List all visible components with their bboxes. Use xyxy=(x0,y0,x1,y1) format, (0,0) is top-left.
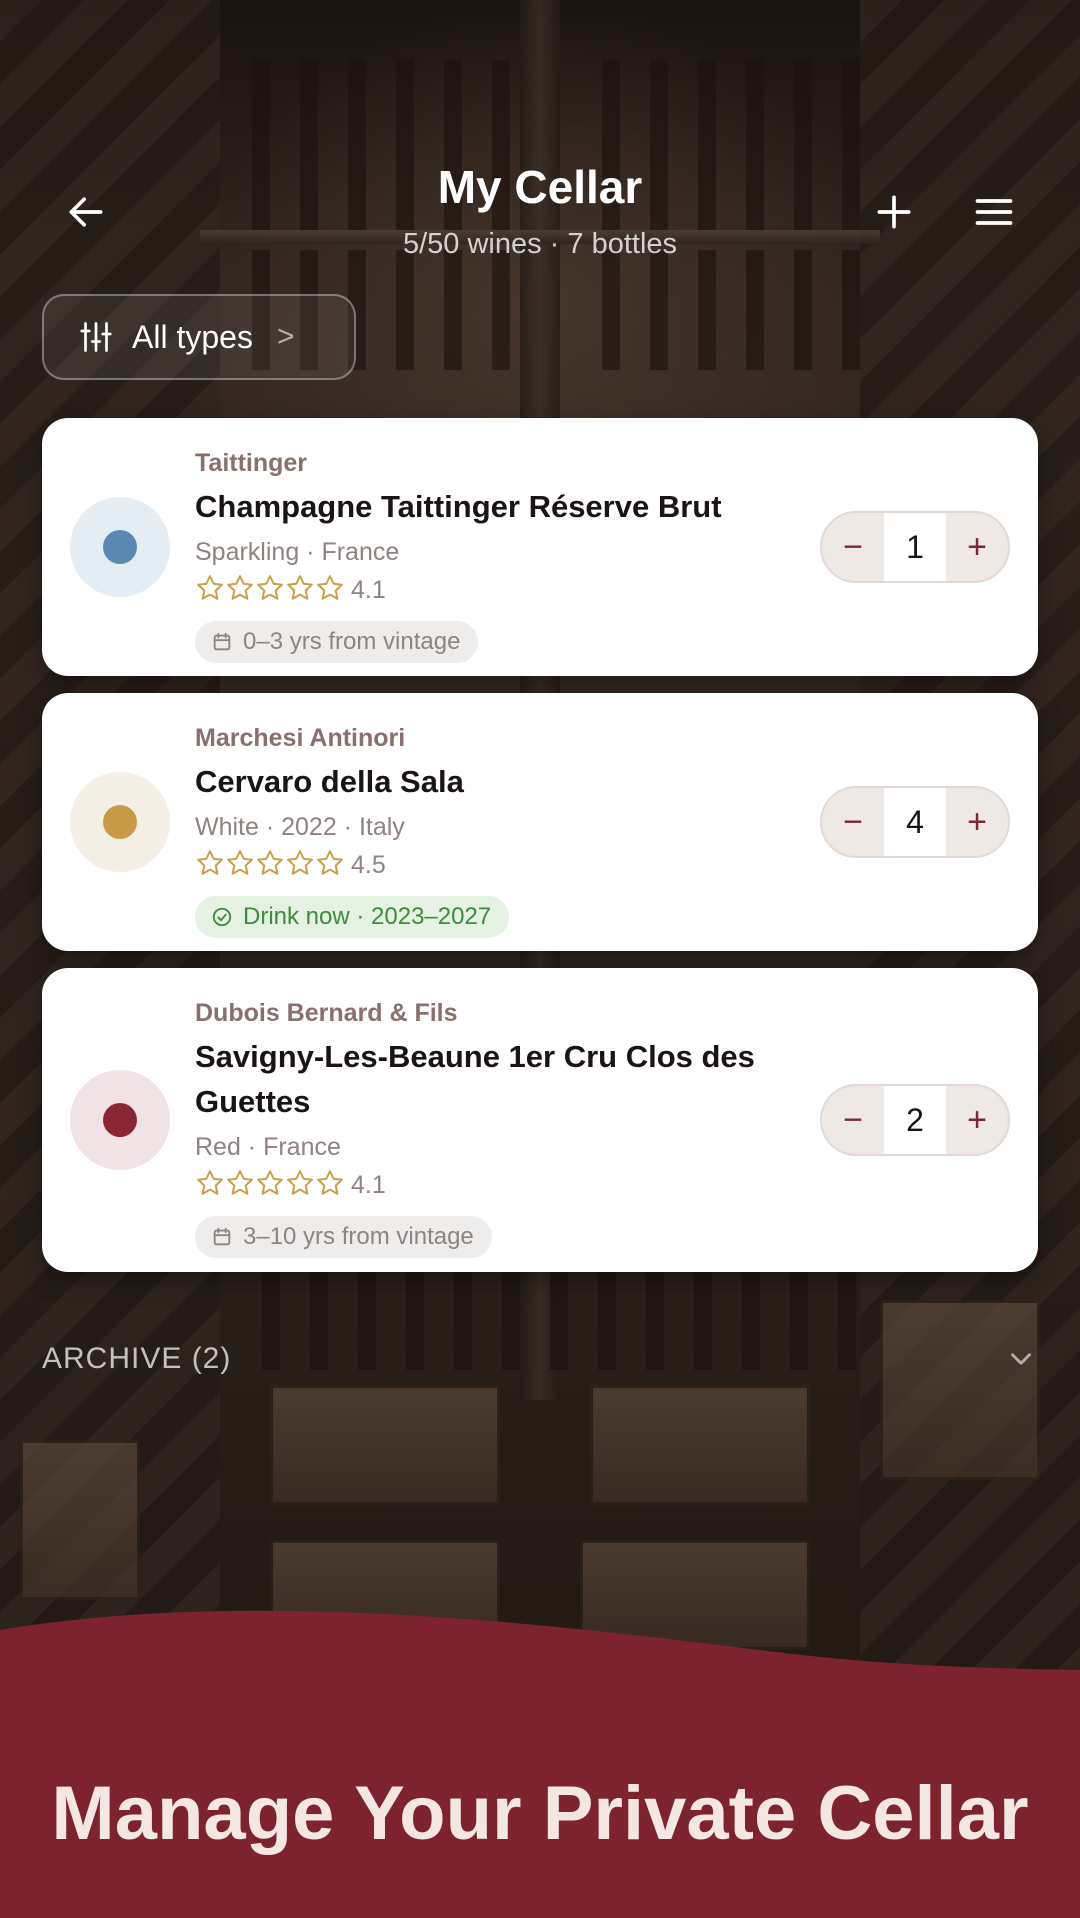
star-icon xyxy=(317,849,343,875)
star-icon xyxy=(197,849,223,875)
increase-button[interactable]: + xyxy=(946,788,1008,856)
star-icon xyxy=(227,1169,253,1195)
calendar-icon xyxy=(213,1227,231,1246)
hamburger-menu-icon xyxy=(975,199,1013,225)
wine-rating: 4.1 xyxy=(195,1168,835,1202)
wine-card[interactable]: Taittinger Champagne Taittinger Réserve … xyxy=(42,418,1038,676)
wine-type-badge xyxy=(70,772,170,872)
archive-label: ARCHIVE (2) xyxy=(42,1342,232,1375)
filter-label: All types xyxy=(132,318,253,355)
decrease-button[interactable]: − xyxy=(822,1086,884,1154)
star-icon xyxy=(287,1169,313,1195)
wine-meta: Red · France xyxy=(195,1133,341,1161)
rating-value: 4.1 xyxy=(351,575,386,604)
drinking-window-badge: 3–10 yrs from vintage xyxy=(195,1216,492,1258)
star-icon xyxy=(227,849,253,875)
wine-producer: Taittinger xyxy=(195,449,308,477)
rating-value: 4.1 xyxy=(351,1170,386,1199)
quantity-value: 4 xyxy=(884,788,946,856)
star-icon xyxy=(197,1169,223,1195)
calendar-icon xyxy=(213,632,231,651)
sliders-icon xyxy=(80,322,112,352)
star-icon xyxy=(317,574,343,600)
decrease-button[interactable]: − xyxy=(822,513,884,581)
menu-button[interactable] xyxy=(958,176,1030,248)
plus-icon xyxy=(877,195,911,229)
banner-wave-shape xyxy=(0,1610,1080,1918)
check-circle-icon xyxy=(212,907,232,927)
wine-type-badge xyxy=(70,1070,170,1170)
wine-name: Cervaro della Sala xyxy=(195,764,464,799)
wine-color-dot xyxy=(103,805,137,839)
wine-producer: Dubois Bernard & Fils xyxy=(195,999,458,1027)
chevron-down-icon xyxy=(1011,1353,1031,1365)
wine-name: Champagne Taittinger Réserve Brut xyxy=(195,489,722,524)
promo-banner: Manage Your Private Cellar xyxy=(0,1600,1080,1918)
drinking-window-text: Drink now · 2023–2027 xyxy=(243,903,492,930)
increase-button[interactable]: + xyxy=(946,1086,1008,1154)
wine-meta: Sparkling · France xyxy=(195,538,400,566)
app-header: My Cellar 5/50 wines · 7 bottles All typ… xyxy=(0,0,1080,380)
banner-headline: Manage Your Private Cellar xyxy=(51,1771,1029,1856)
drinking-window-text: 0–3 yrs from vintage xyxy=(243,628,461,655)
archive-toggle[interactable]: ARCHIVE (2) xyxy=(42,1334,1038,1384)
star-icon xyxy=(287,849,313,875)
star-icon xyxy=(287,574,313,600)
wine-rating: 4.1 xyxy=(195,573,835,607)
rating-value: 4.5 xyxy=(351,850,386,879)
chevron-right-icon: > xyxy=(276,320,295,353)
add-wine-button[interactable] xyxy=(858,176,930,248)
wine-color-dot xyxy=(103,530,137,564)
quantity-stepper: − 1 + xyxy=(820,511,1010,583)
wine-card[interactable]: Marchesi Antinori Cervaro della Sala Whi… xyxy=(42,693,1038,951)
decrease-button[interactable]: − xyxy=(822,788,884,856)
drinking-window-badge: 0–3 yrs from vintage xyxy=(195,621,479,663)
wine-type-badge xyxy=(70,497,170,597)
star-icon xyxy=(257,849,283,875)
increase-button[interactable]: + xyxy=(946,513,1008,581)
wine-card[interactable]: Dubois Bernard & Fils Savigny-Les-Beaune… xyxy=(42,968,1038,1272)
drinking-window-badge: Drink now · 2023–2027 xyxy=(195,896,510,938)
quantity-stepper: − 4 + xyxy=(820,786,1010,858)
wine-meta: White · 2022 · Italy xyxy=(195,813,405,841)
wine-name: Savigny-Les-Beaune 1er Cru Clos des Guet… xyxy=(195,1039,755,1119)
wine-color-dot xyxy=(103,1103,137,1137)
wine-producer: Marchesi Antinori xyxy=(195,724,406,752)
star-icon xyxy=(257,574,283,600)
type-filter-button[interactable]: All types > xyxy=(42,294,356,380)
star-icon xyxy=(197,574,223,600)
quantity-value: 2 xyxy=(884,1086,946,1154)
quantity-stepper: − 2 + xyxy=(820,1084,1010,1156)
quantity-value: 1 xyxy=(884,513,946,581)
drinking-window-text: 3–10 yrs from vintage xyxy=(243,1223,474,1250)
star-icon xyxy=(227,574,253,600)
wine-rating: 4.5 xyxy=(195,848,835,882)
star-icon xyxy=(257,1169,283,1195)
star-icon xyxy=(317,1169,343,1195)
